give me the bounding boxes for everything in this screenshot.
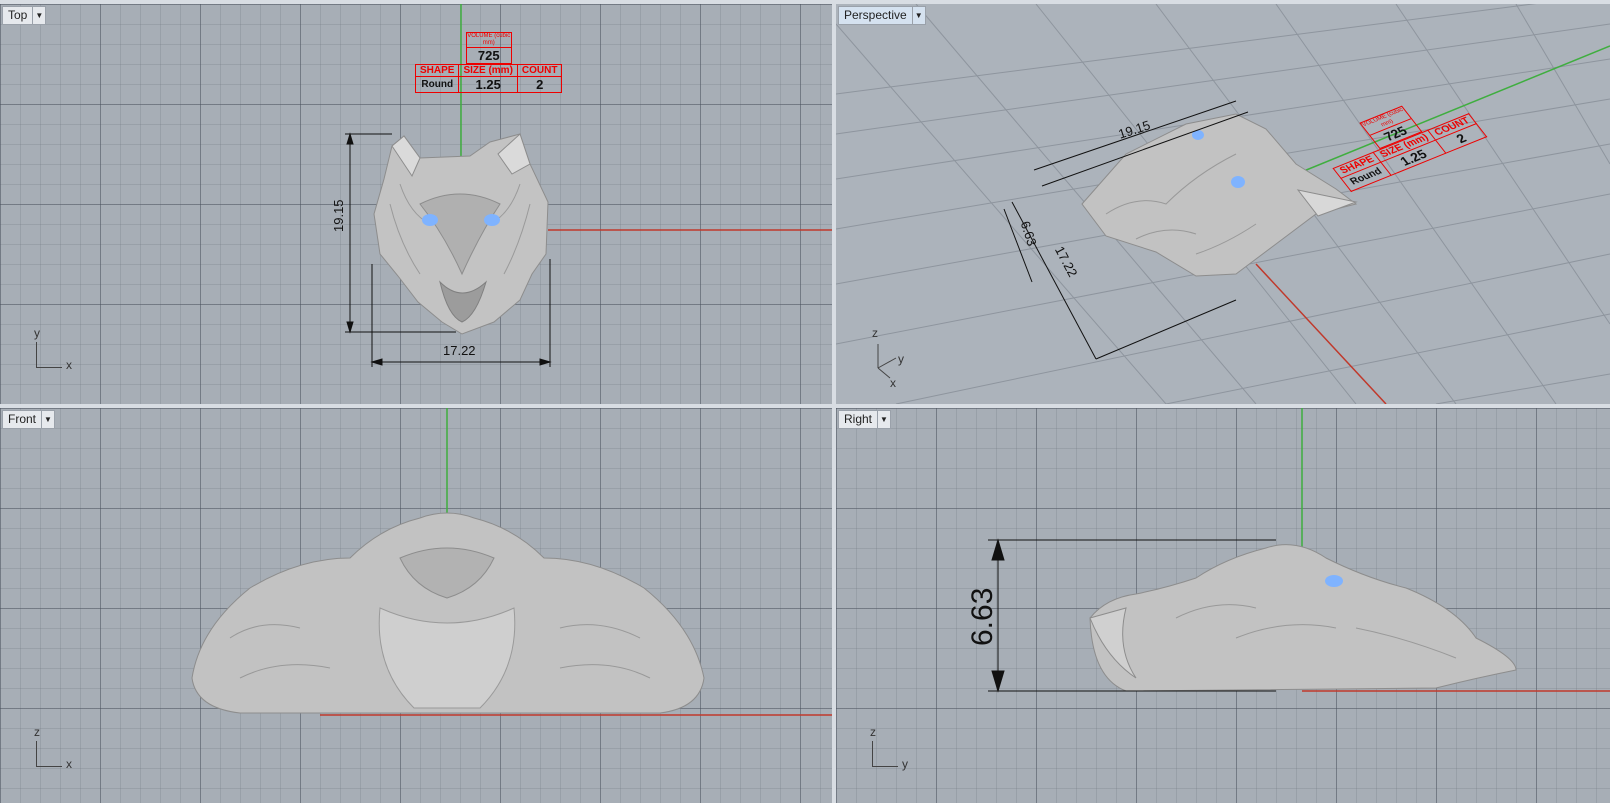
chevron-down-icon[interactable]: ▼ xyxy=(877,411,890,428)
axis-triad: z y xyxy=(870,725,920,773)
dimension-height-label: 19.15 xyxy=(331,199,346,232)
dimension-depth-label: 6.63 xyxy=(966,587,999,646)
dimension-width-label: 17.22 xyxy=(443,343,476,358)
volume-box: VOLUME (cubic mm) 725 xyxy=(465,32,512,64)
wolf-head-model xyxy=(373,133,549,335)
viewport-perspective[interactable]: Perspective ▼ 19.15 17.22 6.63 VOLUME (c… xyxy=(836,4,1610,404)
axis-z-label: z xyxy=(872,326,878,340)
axis-z-label: z xyxy=(34,725,40,739)
value-shape: Round xyxy=(414,76,460,93)
chevron-down-icon[interactable]: ▼ xyxy=(41,411,54,428)
stone-table: VOLUME (cubic mm) 725 SHAPE SIZE (mm) CO… xyxy=(414,32,563,93)
axis-z-label: z xyxy=(870,725,876,739)
header-shape: SHAPE xyxy=(414,64,460,77)
volume-header: VOLUME (cubic mm) xyxy=(466,33,511,48)
header-size: SIZE (mm) xyxy=(458,64,518,77)
perspective-scene xyxy=(836,4,1610,404)
value-count: 2 xyxy=(516,76,563,93)
viewport-top[interactable]: Top ▼ 19.15 17.22 VOLUME (cubic mm) 725 … xyxy=(0,4,832,404)
axis-x-label: x xyxy=(66,358,72,372)
axis-y-label: y xyxy=(34,326,40,340)
right-view-scene xyxy=(988,408,1610,693)
viewport-tab-perspective[interactable]: Perspective ▼ xyxy=(838,6,926,25)
axis-y-label: y xyxy=(902,757,908,771)
axis-x-label: x xyxy=(66,757,72,771)
volume-value: 725 xyxy=(477,48,500,63)
wolf-head-model xyxy=(191,512,705,714)
viewport-label: Perspective xyxy=(844,8,907,22)
axis-triad: y x xyxy=(34,326,84,374)
axis-y-label: y xyxy=(898,352,904,366)
wolf-head-model xyxy=(1089,544,1517,692)
axis-triad: z y x xyxy=(870,326,920,390)
viewport-tab-top[interactable]: Top ▼ xyxy=(2,6,47,25)
chevron-down-icon[interactable]: ▼ xyxy=(911,7,925,24)
value-size: 1.25 xyxy=(458,76,518,93)
header-count: COUNT xyxy=(516,64,563,77)
stone-left-eye xyxy=(422,214,438,226)
stone-spec-table: SHAPE SIZE (mm) COUNT Round 1.25 2 xyxy=(414,64,563,93)
stone-right-eye xyxy=(1231,176,1245,188)
front-view-scene xyxy=(191,408,832,716)
viewport-tab-front[interactable]: Front ▼ xyxy=(2,410,56,429)
viewport-label: Top xyxy=(8,8,28,22)
viewport-right[interactable]: Right ▼ 6.63 z y xyxy=(836,408,1610,803)
chevron-down-icon[interactable]: ▼ xyxy=(32,7,45,24)
stone-eye xyxy=(1325,575,1343,587)
viewport-tab-right[interactable]: Right ▼ xyxy=(838,410,892,429)
viewport-front[interactable]: Front ▼ z x xyxy=(0,408,832,803)
viewport-label: Front xyxy=(8,412,37,426)
axis-triad: z x xyxy=(34,725,84,773)
axis-x-label: x xyxy=(890,376,896,390)
stone-right-eye xyxy=(484,214,500,226)
viewport-label: Right xyxy=(844,412,873,426)
